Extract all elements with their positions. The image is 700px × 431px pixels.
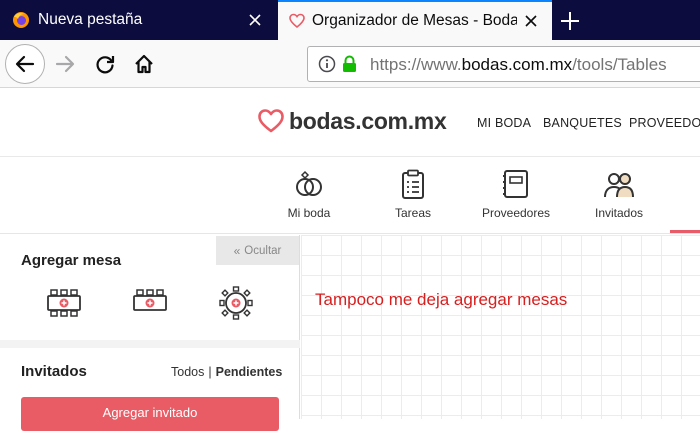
heart-logo-icon — [258, 109, 284, 133]
top-menu-proveedores[interactable]: PROVEEDOR — [629, 116, 700, 130]
clipboard-icon — [402, 169, 424, 199]
close-icon[interactable] — [522, 12, 540, 30]
section-mi-boda[interactable]: Mi boda — [269, 158, 349, 234]
guests-icon — [604, 173, 634, 198]
site-header: bodas.com.mx MI BODA BANQUETES PROVEEDOR — [0, 89, 700, 157]
reload-icon — [96, 56, 115, 74]
arrow-right-icon — [55, 55, 75, 73]
url-scheme: https://www. — [370, 55, 462, 74]
home-icon — [135, 54, 153, 74]
tab-title: Nueva pestaña — [38, 11, 143, 28]
active-section-underline — [670, 230, 700, 233]
section-label: Mi boda — [287, 206, 331, 220]
close-icon[interactable] — [246, 11, 264, 29]
notebook-icon — [503, 170, 528, 198]
url-host: bodas.com.mx — [461, 55, 573, 74]
rectangular-table-icon[interactable] — [45, 286, 83, 320]
tab-new-tab[interactable]: Nueva pestaña — [0, 0, 278, 40]
arrow-left-icon — [15, 55, 35, 73]
guests-title: Invitados — [21, 363, 87, 380]
reload-button[interactable] — [89, 48, 121, 80]
forward-button[interactable] — [49, 48, 81, 80]
section-label: Proveedores — [481, 206, 551, 220]
url-text: https://www.bodas.com.mx/tools/Tables — [370, 55, 667, 75]
add-table-title: Agregar mesa — [21, 252, 122, 269]
back-button[interactable] — [5, 44, 45, 84]
hide-label: Ocultar — [244, 244, 282, 257]
tab-strip: Nueva pestaña Organizador de Mesas - Bod… — [0, 0, 700, 40]
navigation-bar: https://www.bodas.com.mx/tools/Tables — [0, 40, 700, 88]
tab-title: Organizador de Mesas - Bodas.c — [312, 12, 517, 29]
lock-icon[interactable] — [342, 55, 357, 73]
home-button[interactable] — [128, 48, 160, 80]
logo-text: bodas.com.mx — [289, 107, 447, 134]
round-table-icon[interactable] — [217, 286, 255, 320]
top-menu-mi-boda[interactable]: MI BODA — [477, 116, 531, 130]
table-canvas[interactable] — [301, 235, 700, 419]
double-chevron-left-icon: « — [233, 243, 241, 258]
section-label: Tareas — [394, 206, 432, 220]
filter-separator: | — [208, 365, 212, 379]
top-menu-banquetes[interactable]: BANQUETES — [543, 116, 622, 130]
filter-pending[interactable]: Pendientes — [216, 365, 283, 379]
imperial-table-icon[interactable] — [131, 286, 169, 320]
logo[interactable]: bodas.com.mx — [257, 105, 447, 137]
panel-divider — [0, 340, 300, 348]
heart-favicon-icon — [289, 13, 305, 29]
rings-icon — [296, 170, 322, 196]
info-icon[interactable] — [318, 55, 336, 73]
section-label: Invitados — [594, 206, 644, 220]
section-proveedores[interactable]: Proveedores — [476, 158, 556, 234]
filter-all[interactable]: Todos — [171, 365, 204, 379]
section-invitados[interactable]: Invitados — [584, 158, 654, 234]
guest-filter: Todos | Pendientes — [171, 365, 282, 379]
add-guest-button[interactable]: Agregar invitado — [21, 397, 279, 431]
hide-panel-button[interactable]: « Ocultar — [216, 236, 299, 265]
tab-organizador[interactable]: Organizador de Mesas - Bodas.c — [278, 0, 552, 40]
section-nav: Mi boda Tareas Proveedores Invitados — [0, 158, 700, 234]
plus-icon[interactable] — [556, 7, 584, 35]
firefox-icon — [13, 12, 29, 28]
url-path: /tools/Tables — [572, 55, 667, 74]
annotation-text: Tampoco me deja agregar mesas — [315, 290, 568, 309]
section-tareas[interactable]: Tareas — [378, 158, 448, 234]
url-bar[interactable]: https://www.bodas.com.mx/tools/Tables — [307, 46, 700, 82]
